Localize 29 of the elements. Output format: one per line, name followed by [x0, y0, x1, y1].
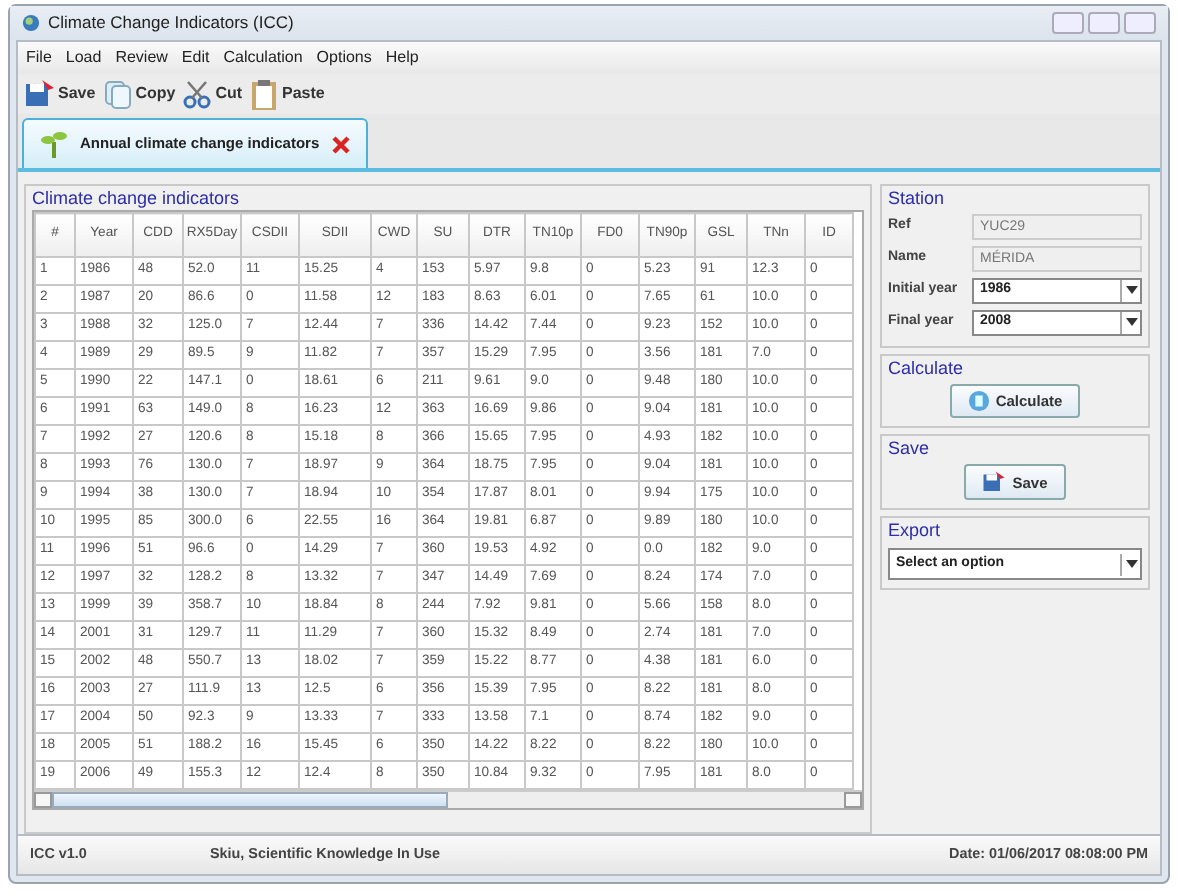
panel-title: Climate change indicators — [32, 186, 242, 210]
scissors-icon — [181, 78, 214, 110]
section-title: Save — [888, 436, 932, 461]
section-title: Station — [888, 186, 947, 210]
menu-item[interactable]: Load — [65, 46, 102, 70]
menu-item[interactable]: Help — [385, 46, 419, 70]
app-icon — [22, 14, 40, 32]
floppy-disk-icon — [24, 78, 56, 110]
section-title: Export — [888, 518, 943, 543]
toolbar-button[interactable]: Cut — [181, 78, 243, 110]
menu-item[interactable]: Calculation — [223, 46, 303, 70]
dropdown-arrow-icon[interactable] — [1120, 311, 1140, 333]
toolbar-button[interactable]: Copy — [101, 78, 176, 110]
menu-item[interactable]: File — [26, 46, 52, 70]
close-icon[interactable] — [331, 135, 350, 153]
menu-item[interactable]: Review — [115, 46, 168, 70]
menu-item[interactable]: Options — [316, 46, 372, 70]
section-title: Calculate — [888, 356, 966, 380]
toolbar-button[interactable]: Paste — [248, 78, 325, 110]
dropdown-arrow-icon[interactable] — [1120, 553, 1140, 576]
dropdown-arrow-icon[interactable] — [1120, 279, 1140, 301]
sprout-icon — [40, 130, 68, 158]
pages-icon — [101, 78, 134, 110]
horizontal-scrollbar[interactable] — [34, 790, 862, 808]
calculator-icon — [967, 390, 990, 413]
clipboard-icon — [248, 78, 281, 110]
menu-item[interactable]: Edit — [181, 46, 210, 70]
toolbar-button[interactable]: Save — [24, 78, 96, 110]
window-title: Climate Change Indicators (ICC) — [48, 10, 294, 36]
